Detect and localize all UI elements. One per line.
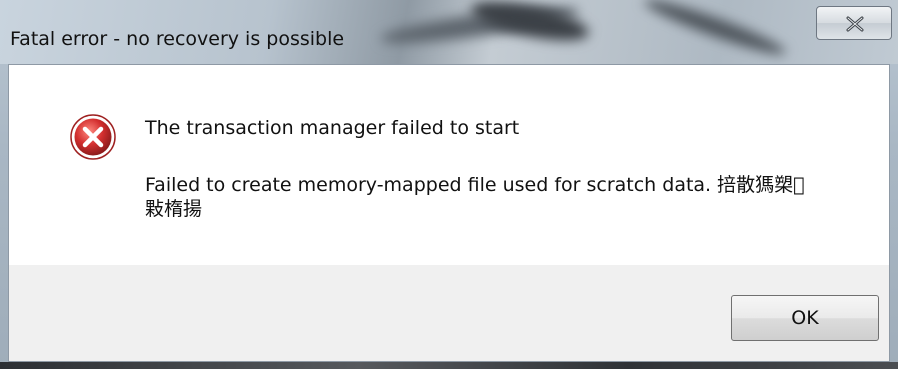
ok-button[interactable]: OK — [731, 295, 879, 341]
window-bottom-edge — [0, 362, 898, 369]
title-bar[interactable]: Fatal error - no recovery is possible — [0, 0, 898, 64]
error-heading: The transaction manager failed to start — [145, 117, 520, 139]
close-button[interactable] — [816, 6, 892, 40]
error-detail-text: Failed to create memory-mapped file used… — [145, 174, 805, 220]
dialog-window: Fatal error - no recovery is possible Th… — [0, 0, 898, 369]
dialog-body: The transaction manager failed to start … — [8, 64, 890, 362]
message-area: The transaction manager failed to start … — [9, 65, 889, 265]
error-icon — [70, 114, 116, 160]
window-title: Fatal error - no recovery is possible — [10, 28, 345, 50]
close-icon — [846, 16, 864, 32]
error-detail: Failed to create memory-mapped file used… — [145, 173, 835, 221]
